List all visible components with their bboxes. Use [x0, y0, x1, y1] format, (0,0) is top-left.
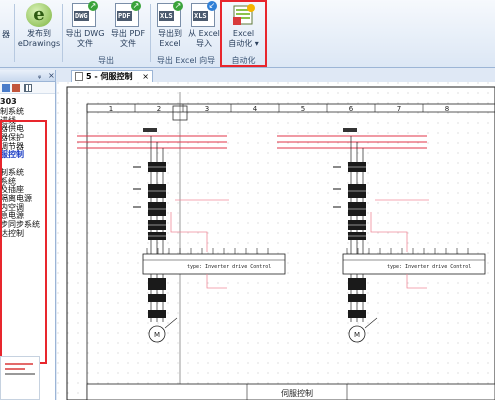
- column-label: 6: [349, 105, 354, 113]
- panel-toolbar: [0, 82, 55, 94]
- toolbar-color-icon[interactable]: [12, 84, 20, 92]
- column-label: 3: [205, 105, 209, 113]
- separator: [62, 4, 63, 62]
- project-tree-panel: ᵩ × 303 制系统 进线 器供电 器保护 调节器 服控制 制系统 系统 及插座 隔离电源 内空调…: [0, 70, 56, 400]
- excel-automation-icon: [231, 3, 257, 27]
- project-name: 303: [0, 97, 17, 106]
- excel-export-icon: XLS ↗: [157, 1, 183, 27]
- publish-edrawings-label: 发布到 eDrawings: [17, 29, 61, 48]
- document-icon: [75, 72, 83, 81]
- column-label: 8: [445, 105, 449, 113]
- excel-automation-button[interactable]: Excel 自动化 ▾: [222, 3, 265, 55]
- pdf-file-icon: PDF ↗: [115, 1, 141, 27]
- column-label: 2: [157, 105, 161, 113]
- dwg-file-icon: DWG ↗: [72, 1, 98, 27]
- drawing-thumbnail[interactable]: [0, 356, 40, 400]
- xls-tag: XLS: [159, 11, 174, 21]
- edrawings-icon: e: [26, 3, 52, 27]
- motor-label: M: [354, 331, 360, 339]
- xls-tag: XLS: [193, 11, 208, 21]
- drive-label: type: Inverter drive Control: [187, 264, 271, 270]
- export-dwg-label: 导出 DWG 文件: [65, 29, 105, 48]
- dwg-tag: DWG: [74, 11, 89, 21]
- export-group-label: 导出: [98, 56, 114, 65]
- import-from-excel-label: 从 Excel 导入: [188, 29, 220, 48]
- export-to-excel-label: 导出到 Excel: [158, 29, 182, 48]
- ribbon: 器 e 发布到 eDrawings DWG ↗ 导出 DWG 文件 PDF ↗ 导出…: [0, 0, 495, 68]
- drawing-canvas[interactable]: 1 2 3 4 5 6 7 8 伺服控制 type: Inverter drive Contr…: [57, 82, 495, 400]
- tab-title: 5 - 伺服控制: [86, 72, 133, 81]
- excel-wizard-group-label: 导出 Excel 向导: [156, 56, 216, 65]
- column-label: 4: [253, 105, 258, 113]
- tab-close-icon[interactable]: ×: [142, 71, 149, 82]
- pdf-tag: PDF: [117, 11, 132, 21]
- separator: [150, 4, 151, 62]
- document-tab-bar: 5 - 伺服控制 ×: [57, 70, 495, 82]
- toolbar-grid-icon[interactable]: [24, 84, 32, 92]
- pin-icon[interactable]: ᵩ: [38, 70, 41, 82]
- export-dwg-button[interactable]: DWG ↗ 导出 DWG 文件: [64, 1, 106, 55]
- separator: [14, 4, 15, 62]
- export-to-excel-button[interactable]: XLS ↗ 导出到 Excel: [152, 1, 188, 55]
- column-label: 1: [109, 105, 113, 113]
- export-pdf-label: 导出 PDF 文件: [110, 29, 146, 48]
- tab-servo-control[interactable]: 5 - 伺服控制 ×: [71, 70, 153, 82]
- publish-edrawings-button[interactable]: e 发布到 eDrawings: [16, 3, 62, 55]
- column-label: 5: [301, 105, 305, 113]
- title-block-text: 伺服控制: [281, 388, 313, 398]
- panel-header: ᵩ ×: [0, 70, 55, 82]
- excel-import-icon: XLS ↙: [191, 1, 217, 27]
- schematic-drawing: 1 2 3 4 5 6 7 8 伺服控制 type: Inverter drive Contr…: [57, 82, 495, 400]
- column-label: 7: [397, 105, 401, 113]
- tree-highlight: [0, 120, 47, 364]
- excel-automation-label: Excel 自动化 ▾: [228, 29, 259, 48]
- toolbar-view-icon[interactable]: [2, 84, 10, 92]
- motor-label: M: [154, 331, 160, 339]
- panel-close-icon[interactable]: ×: [48, 70, 55, 82]
- partial-button-label: 器: [2, 30, 10, 39]
- drive-label: type: Inverter drive Control: [387, 264, 471, 270]
- export-pdf-button[interactable]: PDF ↗ 导出 PDF 文件: [108, 1, 148, 55]
- automation-group-label: 自动化: [231, 56, 256, 65]
- import-from-excel-button[interactable]: XLS ↙ 从 Excel 导入: [188, 1, 220, 55]
